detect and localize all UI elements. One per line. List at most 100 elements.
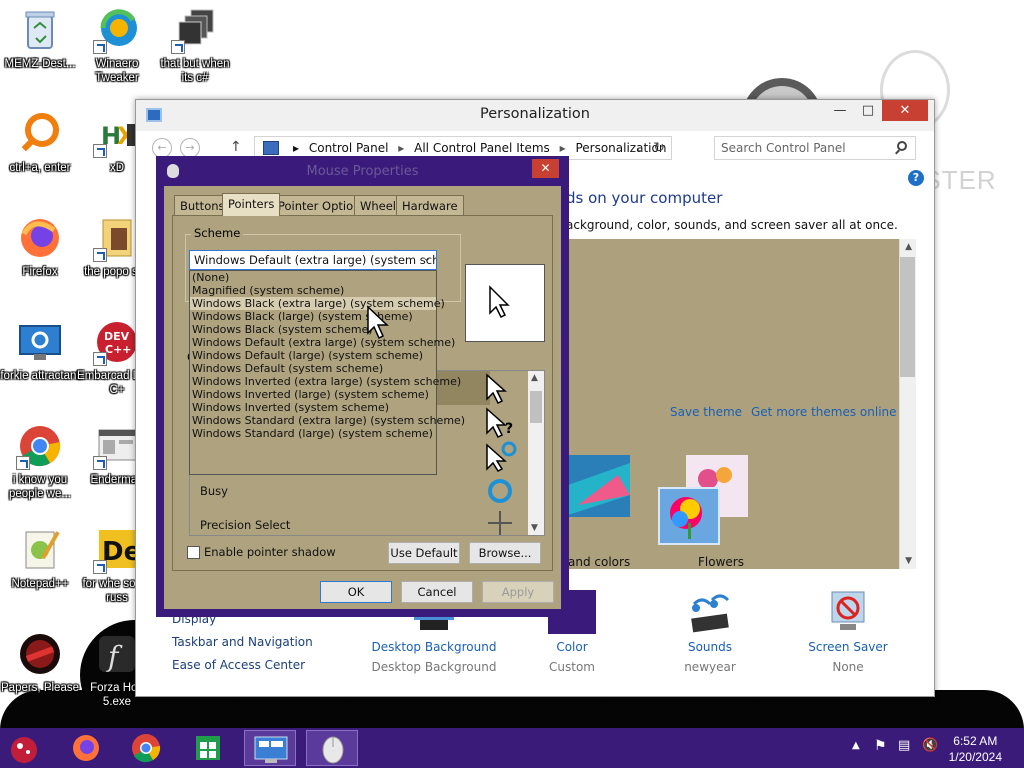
search-box[interactable]: [714, 136, 916, 160]
chevron-down-icon[interactable]: ⌄: [635, 141, 645, 155]
breadcrumb-separator: ▸: [398, 141, 405, 155]
maximize-button[interactable]: □: [854, 100, 882, 121]
scheme-option[interactable]: Magnified (system scheme): [190, 284, 436, 297]
search-input[interactable]: [721, 138, 889, 158]
taskbar-control-panel-button[interactable]: [244, 730, 296, 766]
breadcrumb-separator: ▸: [559, 141, 566, 155]
desktop-icon-ctrl-a[interactable]: ctrl+a, enter: [0, 110, 80, 175]
desktop-icon-label: Firefox: [22, 266, 58, 278]
apply-button[interactable]: Apply: [482, 581, 554, 603]
see-also-ease-of-access[interactable]: Ease of Access Center: [172, 658, 305, 672]
volume-muted-icon[interactable]: 🔇: [922, 738, 938, 753]
taskbar-mouse-button[interactable]: [306, 730, 358, 766]
dialog-close-button[interactable]: ✕: [532, 159, 559, 178]
tray-overflow-icon[interactable]: ▲: [852, 740, 860, 751]
taskbar-chrome-button[interactable]: [120, 730, 172, 766]
tab-wheel[interactable]: Wheel: [354, 195, 403, 215]
shortcut-arrow-icon: [93, 40, 107, 54]
back-button[interactable]: ←: [152, 138, 172, 158]
ok-button[interactable]: OK: [320, 581, 392, 603]
scheme-option[interactable]: Windows Black (extra large) (system sche…: [190, 297, 445, 310]
cancel-button[interactable]: Cancel: [401, 581, 473, 603]
desktop-icon-c-sharp[interactable]: that but when its c#: [155, 6, 235, 85]
sounds-item[interactable]: Sounds newyear: [640, 590, 780, 674]
desktop-icon-forkie[interactable]: forkie attractant: [0, 318, 80, 383]
desktop-icon-label: i know you people we...: [8, 474, 71, 500]
tab-hardware[interactable]: Hardware: [396, 195, 464, 215]
scroll-down-icon[interactable]: ▼: [531, 523, 538, 533]
screen-saver-item[interactable]: Screen Saver None: [778, 590, 918, 674]
scheme-option[interactable]: Windows Black (large) (system scheme): [190, 310, 436, 323]
desktop-icon-firefox[interactable]: Firefox: [0, 214, 80, 279]
scheme-option[interactable]: Windows Default (extra large) (system sc…: [190, 336, 455, 349]
desktop-icon-notepad-pp[interactable]: Notepad++: [0, 526, 80, 591]
de-logo-icon: De: [93, 526, 141, 574]
mouse-properties-dialog: Mouse Properties ✕ Buttons Pointers Poin…: [156, 156, 569, 617]
scheme-option[interactable]: (None): [190, 271, 436, 284]
enable-pointer-shadow-checkbox[interactable]: [187, 546, 200, 559]
desktop-icon-label: that but when its c#: [160, 58, 230, 84]
theme-thumbnail-flowers-selected[interactable]: [658, 487, 720, 545]
scrollbar-thumb[interactable]: [530, 391, 542, 423]
help-icon[interactable]: ?: [908, 170, 924, 186]
window-title: Personalization: [480, 106, 590, 122]
close-button[interactable]: ✕: [882, 100, 928, 121]
start-button[interactable]: [0, 730, 52, 766]
get-more-themes-link[interactable]: Get more themes online: [751, 405, 897, 419]
scheme-option[interactable]: Windows Inverted (system scheme): [190, 401, 436, 414]
themes-list[interactable]: Save theme Get more themes online and co…: [566, 239, 916, 569]
desktop-icon-label: forkie attractant: [0, 370, 80, 382]
network-icon[interactable]: ▤: [898, 738, 910, 753]
breadcrumb-item[interactable]: Control Panel: [309, 141, 389, 155]
scheme-dropdown-list[interactable]: (None) Magnified (system scheme) Windows…: [189, 270, 465, 475]
refresh-icon[interactable]: ↻: [653, 140, 665, 156]
theme-thumbnail-colors[interactable]: [568, 455, 630, 517]
scheme-option[interactable]: Windows Standard (extra large) (system s…: [190, 414, 465, 427]
desktop-icon-winaero[interactable]: Winaero Tweaker: [77, 6, 157, 85]
taskbar-store-button[interactable]: [182, 730, 234, 766]
firefox-icon: [16, 214, 64, 262]
save-theme-link[interactable]: Save theme: [670, 405, 742, 419]
window-app-icon: [93, 422, 141, 470]
help-cursor-icon: ?: [486, 407, 513, 439]
scheme-option[interactable]: Windows Inverted (large) (system scheme): [190, 388, 436, 401]
scrollbar-thumb[interactable]: [900, 257, 915, 377]
tab-pointers[interactable]: Pointers: [222, 193, 281, 216]
scheme-option[interactable]: Windows Default (large) (system scheme): [190, 349, 436, 362]
scheme-option[interactable]: Windows Black (system scheme): [190, 323, 436, 336]
search-icon[interactable]: [897, 141, 907, 151]
pointer-preview: [465, 264, 545, 342]
dialog-titlebar[interactable]: Mouse Properties ✕: [156, 156, 569, 186]
scheme-dropdown[interactable]: Windows Default (extra large) (system sc…: [189, 250, 437, 270]
stacked-windows-icon: [171, 6, 219, 54]
up-icon[interactable]: ↑: [230, 139, 242, 155]
scheme-option[interactable]: Windows Default (system scheme): [190, 362, 436, 375]
notepad-plus-plus-icon: [16, 526, 64, 574]
taskbar-clock[interactable]: 6:52 AM 1/20/2024: [949, 733, 1002, 765]
forward-button[interactable]: →: [180, 138, 200, 158]
browse-button[interactable]: Browse...: [469, 542, 541, 564]
bottom-item-value: Desktop Background: [371, 660, 497, 674]
taskbar-firefox-button[interactable]: [60, 730, 112, 766]
minimize-button[interactable]: —: [826, 100, 854, 121]
system-tray: ▲ ⚑ ▤ 🔇 6:52 AM 1/20/2024: [824, 728, 1024, 768]
scheme-option[interactable]: Windows Inverted (extra large) (system s…: [190, 375, 461, 388]
breadcrumb-item[interactable]: All Control Panel Items: [414, 141, 550, 155]
desktop-icon-chrome[interactable]: i know you people we...: [0, 422, 80, 501]
cursor-list-scrollbar[interactable]: ▲ ▼: [528, 371, 544, 535]
action-center-flag-icon[interactable]: ⚑: [874, 738, 887, 754]
monitor-gear-icon: [16, 318, 64, 366]
shortcut-arrow-icon: [93, 560, 107, 574]
scroll-up-icon[interactable]: ▲: [905, 242, 912, 252]
themes-scrollbar[interactable]: ▲ ▼: [899, 239, 916, 569]
shortcut-arrow-icon: [171, 40, 185, 54]
scroll-down-icon[interactable]: ▼: [905, 556, 912, 566]
desktop-icon-papers-please[interactable]: Papers, Please: [0, 630, 80, 695]
use-default-button[interactable]: Use Default: [388, 542, 460, 564]
scheme-option[interactable]: Windows Standard (large) (system scheme): [190, 427, 436, 440]
scroll-up-icon[interactable]: ▲: [531, 373, 538, 383]
window-titlebar[interactable]: Personalization — □ ✕: [136, 100, 934, 131]
see-also-taskbar[interactable]: Taskbar and Navigation: [172, 635, 313, 649]
folder-icon: [93, 214, 141, 262]
desktop-icon-recycle-bin[interactable]: MEMZ-Dest...: [0, 6, 80, 71]
